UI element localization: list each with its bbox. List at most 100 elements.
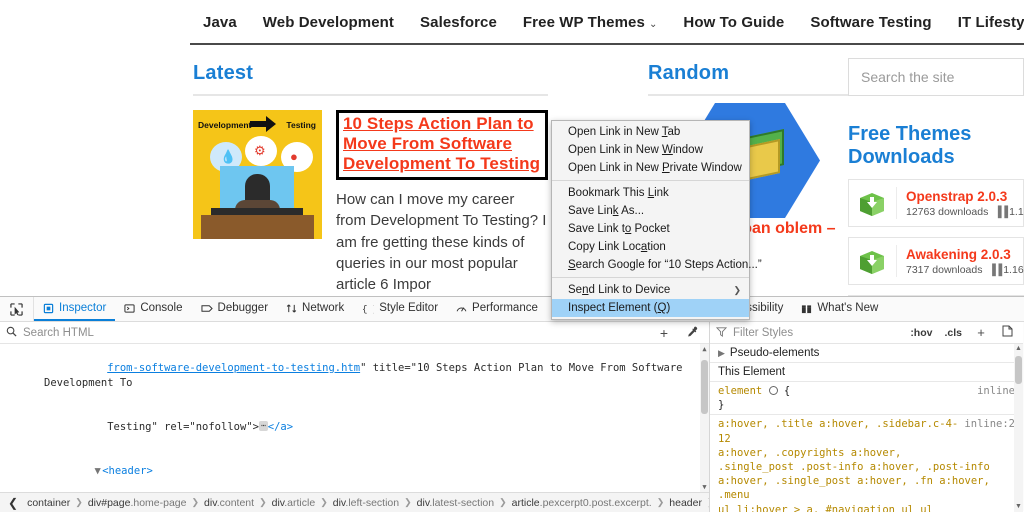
rules-toolbar: Filter Styles :hov .cls +	[710, 322, 1023, 344]
nav-item-label: Web Development	[262, 13, 395, 31]
context-menu-item[interactable]: Send Link to Device ❯	[552, 281, 749, 299]
breadcrumb-node[interactable]: div.article	[267, 497, 321, 509]
context-menu-item[interactable]: Save Link to Pocket	[552, 220, 749, 238]
element-picker-icon[interactable]	[0, 297, 34, 321]
add-rule-icon[interactable]: +	[971, 325, 991, 340]
nav-item-web-development[interactable]: Web Development	[250, 14, 407, 31]
nav-item-java[interactable]: Java	[190, 14, 250, 31]
breadcrumb-node[interactable]: div.content	[199, 497, 259, 509]
svg-text:{ }: { }	[362, 303, 374, 314]
article-excerpt: How can I move my career from Developmen…	[336, 191, 547, 294]
context-menu-item[interactable]: Copy Link Location	[552, 238, 749, 256]
site-search-input[interactable]: Search the site	[848, 58, 1024, 96]
twisty-icon[interactable]: ▶	[718, 348, 725, 358]
site-sidebar: Search the site Free Themes Downloads Op…	[848, 58, 1024, 296]
breadcrumb-scroll-left-icon[interactable]: ❮	[4, 496, 22, 510]
filter-styles-input[interactable]: Filter Styles	[733, 327, 901, 339]
monitor-base-shape	[211, 208, 303, 215]
markup-scrollbar[interactable]: ▲ ▼	[700, 344, 709, 492]
devtools-tab-network[interactable]: Network	[277, 297, 353, 321]
print-styles-icon[interactable]	[997, 325, 1017, 340]
markup-line[interactable]: ▼<header>	[0, 450, 709, 492]
arrow-right-icon	[250, 116, 276, 132]
devtools-tab-debugger[interactable]: Debugger	[192, 297, 278, 321]
rules-scrollbar[interactable]: ▲ ▼	[1014, 344, 1023, 512]
markup-line[interactable]: Testing" rel="nofollow"> ⋯ </a>	[0, 405, 709, 449]
download-box-icon	[857, 246, 887, 276]
devtools-tab-label: What's New	[817, 302, 879, 314]
devtools-tabbar: Inspector Console Debugger Network { } Style …	[0, 297, 1024, 322]
markup-search-input[interactable]: Search HTML	[23, 327, 647, 339]
inline2-source-label[interactable]: inline:2	[964, 417, 1015, 431]
debugger-icon	[200, 303, 213, 314]
context-menu-item[interactable]: Open Link in New Tab	[552, 123, 749, 141]
theme-download-item[interactable]: Openstrap 2.0.3 12763 downloads ▐▐1.10 MB	[848, 179, 1024, 227]
nav-item-free-wp-themes[interactable]: Free WP Themes ⌄	[510, 14, 671, 31]
eyedropper-icon[interactable]	[681, 325, 703, 341]
hov-toggle[interactable]: :hov	[907, 327, 935, 339]
nav-item-software-testing[interactable]: Software Testing	[797, 14, 944, 31]
context-menu-item[interactable]: Bookmark This Link	[552, 184, 749, 202]
devtools-tab-console[interactable]: Console	[115, 297, 191, 321]
theme-name[interactable]: Openstrap 2.0.3	[906, 189, 1015, 204]
collapsed-content-icon[interactable]: ⋯	[258, 420, 268, 431]
devtools-tab-inspector[interactable]: Inspector	[34, 297, 116, 321]
article-title-link[interactable]: 10 Steps Action Plan to Move From Softwa…	[343, 114, 540, 173]
filesize-icon: ▐▐	[988, 263, 1002, 276]
context-menu[interactable]: Open Link in New Tab Open Link in New Win…	[551, 120, 762, 320]
devtools-tab-what-s-new[interactable]: What's New	[792, 297, 887, 321]
gear-icon[interactable]	[768, 386, 778, 395]
breadcrumb-node-class: .left-section	[345, 496, 400, 509]
scroll-up-icon[interactable]: ▲	[700, 344, 709, 354]
breadcrumb-node[interactable]: div.left-section	[328, 497, 404, 509]
rules-list[interactable]: ▶ Pseudo-elements This Element inline ele…	[710, 344, 1023, 512]
cls-toggle[interactable]: .cls	[941, 327, 965, 339]
nav-item-it-lifestyle[interactable]: IT Lifestyle	[945, 14, 1024, 31]
markup-scrollbar-thumb[interactable]	[701, 360, 708, 414]
context-menu-item[interactable]: Search Google for “10 Steps Action...”	[552, 256, 762, 274]
markup-tree[interactable]: from-software-development-to-testing.htm…	[0, 344, 709, 492]
breadcrumb-node[interactable]: div.latest-section	[412, 497, 499, 509]
divider	[896, 187, 897, 219]
site-navbar: Java Web Development Salesforce Free WP The…	[0, 0, 1024, 44]
article-thumbnail[interactable]: Development Testing 💧 ⚙ ●	[193, 110, 322, 239]
desk-shape	[201, 215, 314, 239]
context-menu-item-label: Open Link in New Tab	[568, 126, 681, 138]
add-node-icon[interactable]: +	[653, 325, 675, 341]
context-menu-separator	[552, 180, 749, 181]
devtools-tab-label: Debugger	[217, 302, 269, 314]
breadcrumb[interactable]: ❮ container ❯ div#page.home-page ❯ div.conte…	[0, 492, 709, 512]
element-inline-rule[interactable]: inline element { }	[710, 382, 1023, 416]
theme-meta-line: 12763 downloads ▐▐1.10 MB	[906, 206, 1024, 218]
performance-icon	[456, 303, 467, 314]
rules-scrollbar-thumb[interactable]	[1015, 356, 1022, 384]
breadcrumb-node[interactable]: article.pexcerpt0.post.excerpt.	[507, 497, 657, 509]
inline-source-label[interactable]: inline	[977, 384, 1015, 398]
devtools-panel: Inspector Console Debugger Network { } Style …	[0, 296, 1024, 512]
nav-item-how-to-guide[interactable]: How To Guide	[670, 14, 797, 31]
context-menu-item-label: Save Link As...	[568, 205, 645, 217]
markup-line[interactable]: from-software-development-to-testing.htm…	[0, 346, 709, 405]
pseudo-elements-label: Pseudo-elements	[729, 347, 820, 359]
context-menu-item[interactable]: Inspect Element (Q)	[552, 299, 749, 317]
gift-icon	[801, 303, 812, 314]
context-menu-item[interactable]: Open Link in New Window	[552, 141, 749, 159]
theme-name[interactable]: Awakening 2.0.3	[906, 247, 1015, 262]
scroll-down-icon[interactable]: ▼	[700, 482, 709, 492]
markup-href-part[interactable]: from-software-development-to-testing.htm	[107, 362, 360, 374]
devtools-tab-style-editor[interactable]: { } Style Editor	[353, 297, 447, 321]
breadcrumb-node[interactable]: container	[22, 497, 75, 509]
breadcrumb-node[interactable]: div#page.home-page	[83, 497, 192, 509]
pseudo-elements-section[interactable]: ▶ Pseudo-elements	[710, 344, 1023, 363]
breadcrumb-node[interactable]: header	[664, 497, 707, 509]
hover-rule[interactable]: inline:2 a:hover, .title a:hover, .sideb…	[710, 415, 1023, 512]
context-menu-item[interactable]: Open Link in New Private Window	[552, 159, 749, 177]
devtools-tab-performance[interactable]: Performance	[447, 297, 547, 321]
theme-download-item[interactable]: Awakening 2.0.37317 downloads ▐▐1.16 MB	[848, 237, 1024, 285]
context-menu-item[interactable]: Save Link As...	[552, 202, 749, 220]
nav-item-label: Salesforce	[420, 13, 497, 31]
devtools-tab-label: Console	[140, 302, 183, 314]
scroll-up-icon[interactable]: ▲	[1014, 344, 1023, 354]
twisty-icon[interactable]: ▼	[93, 464, 102, 479]
nav-item-salesforce[interactable]: Salesforce	[407, 14, 510, 31]
